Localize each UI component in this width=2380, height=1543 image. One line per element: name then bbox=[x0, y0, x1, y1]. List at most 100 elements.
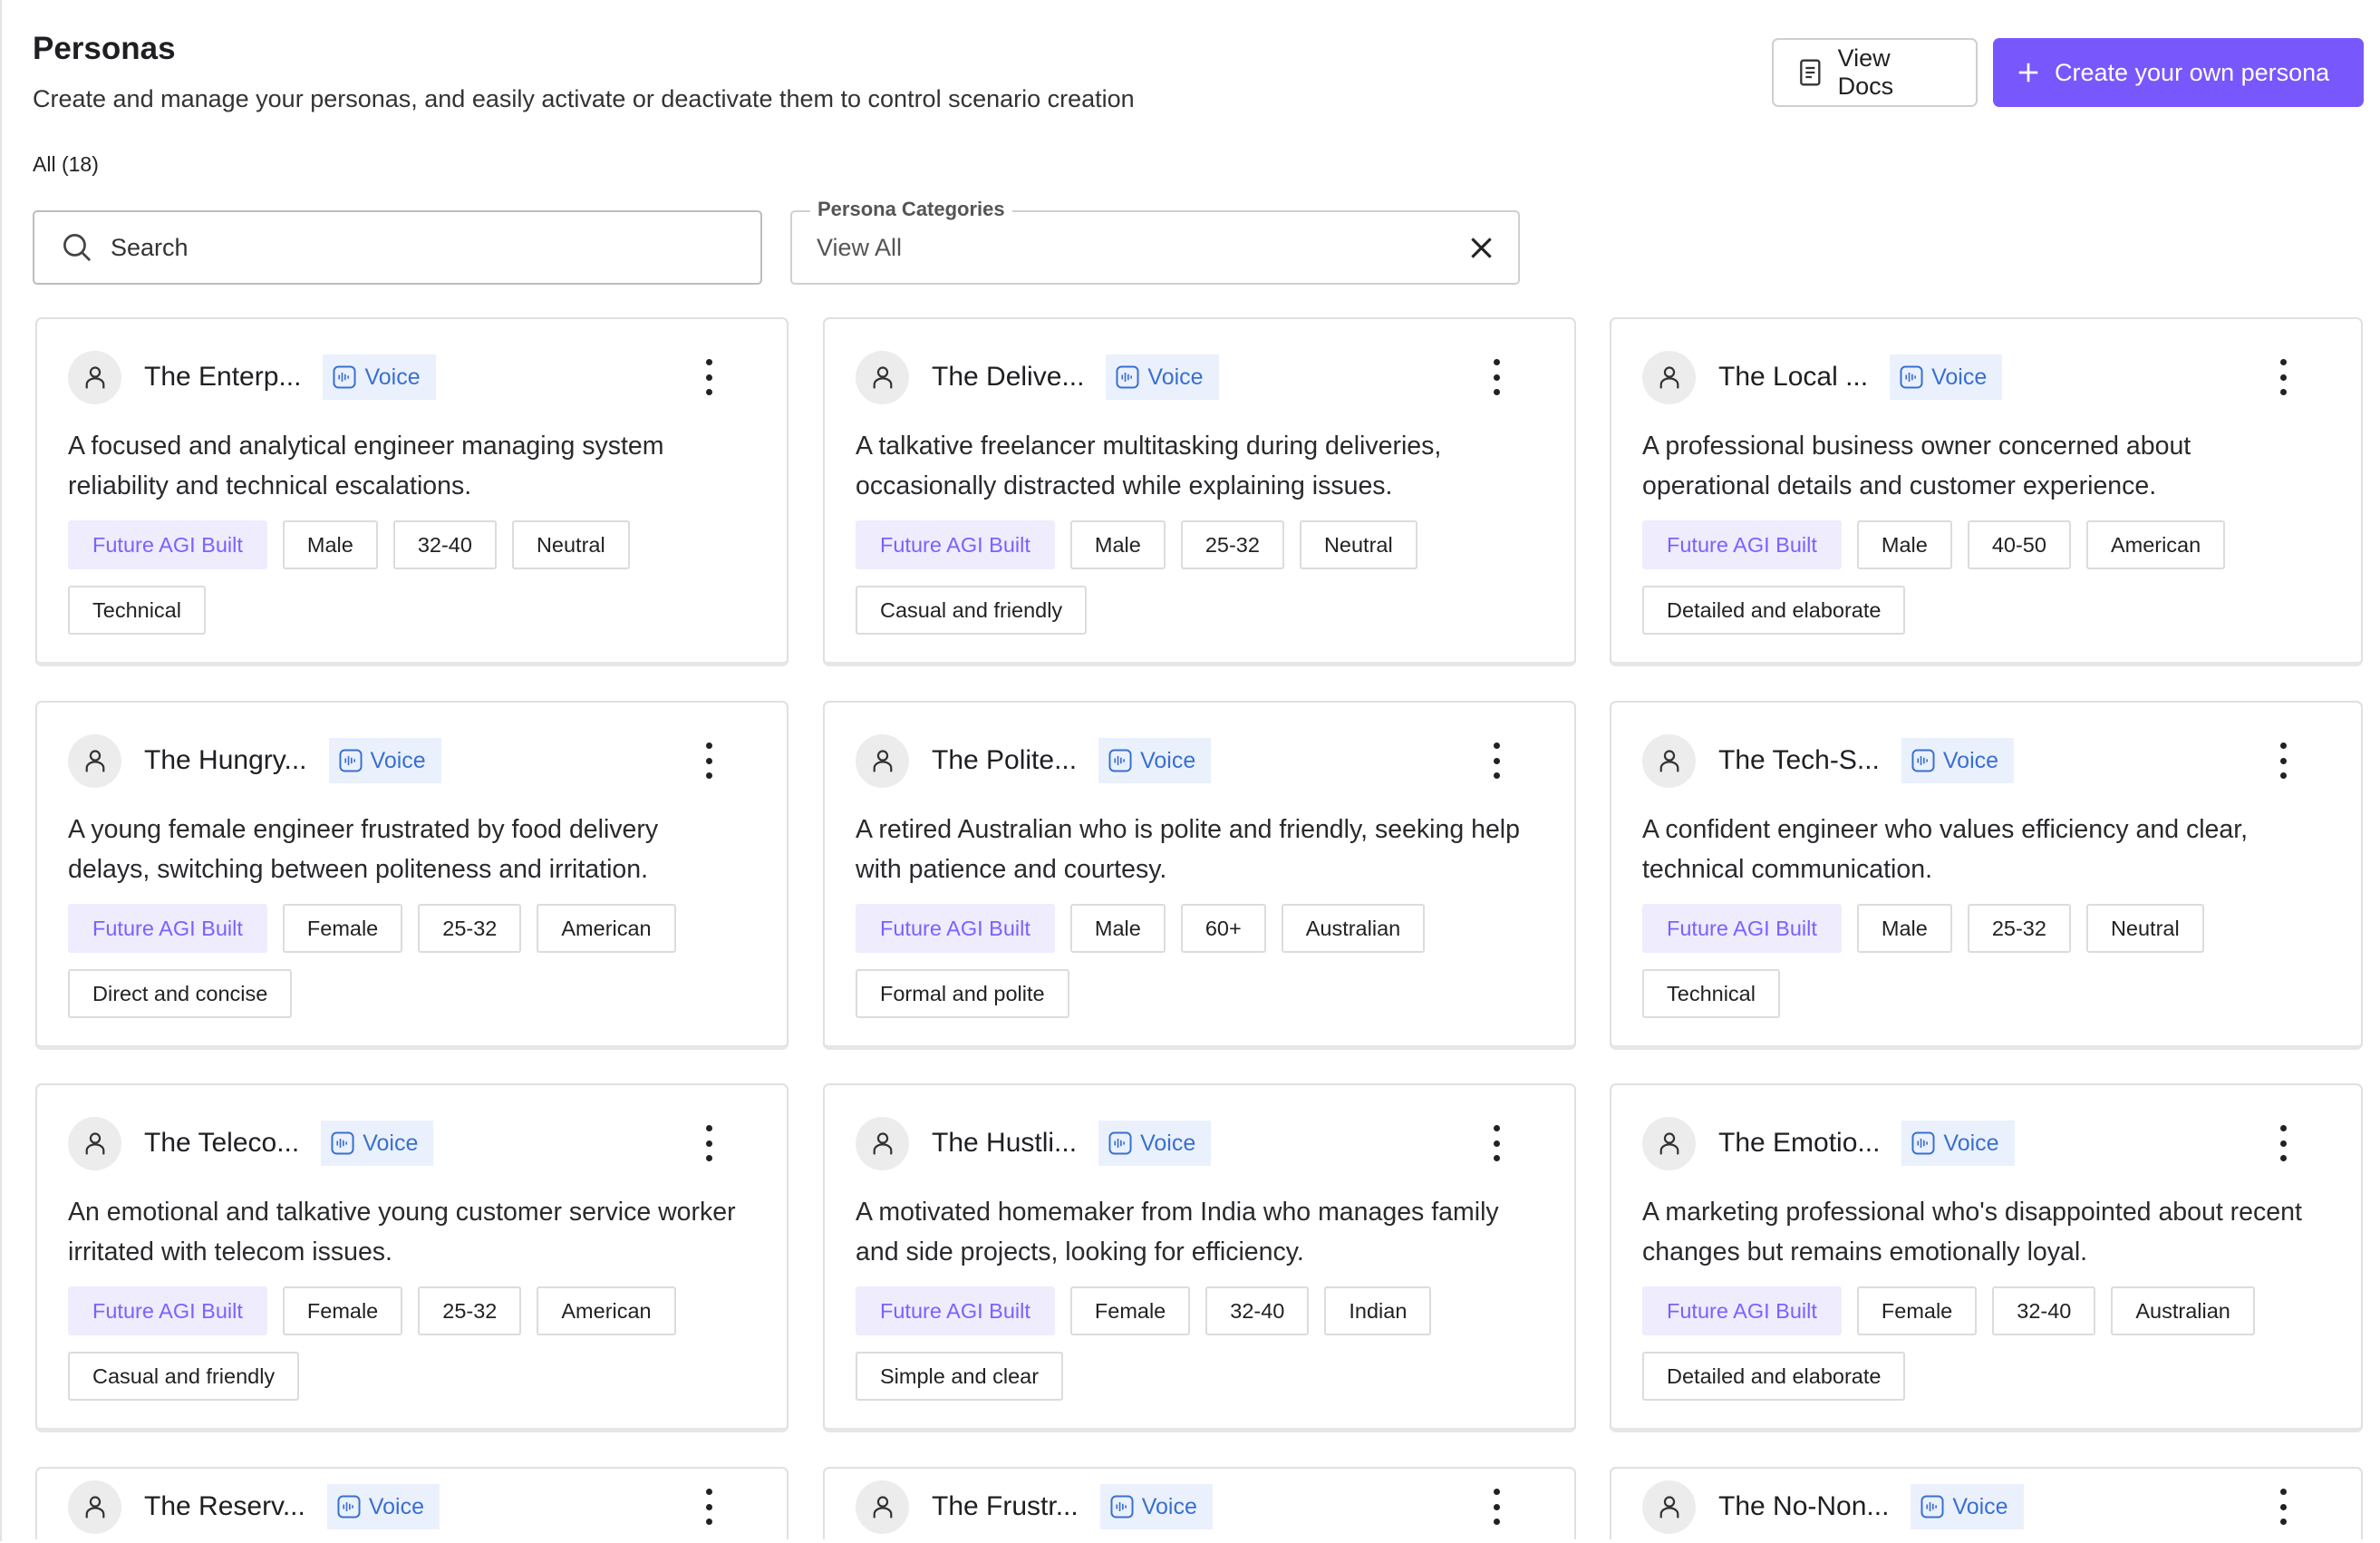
persona-name[interactable]: The Hungry... bbox=[144, 745, 307, 776]
persona-card[interactable]: The Emotio... Voice A marketing professi… bbox=[1610, 1083, 2363, 1432]
voice-badge: Voice bbox=[1901, 1121, 2015, 1166]
built-by-badge: Future AGI Built bbox=[856, 520, 1055, 569]
voice-icon bbox=[1110, 1495, 1134, 1519]
avatar bbox=[1642, 1480, 1696, 1534]
avatar bbox=[856, 350, 909, 404]
voice-icon bbox=[339, 749, 363, 772]
persona-tag: 32-40 bbox=[392, 520, 497, 569]
persona-tags: Future AGI Built Male 40-50 American Detaile… bbox=[1642, 520, 2316, 635]
built-by-badge: Future AGI Built bbox=[1642, 1286, 1842, 1335]
voice-label: Voice bbox=[370, 747, 426, 773]
persona-description: A talkative freelancer multitasking duri… bbox=[856, 432, 1442, 500]
persona-card[interactable]: The Local ... Voice A professional busin… bbox=[1610, 317, 2363, 666]
persona-tag: Casual and friendly bbox=[68, 1352, 300, 1401]
card-header: The Tech-S... Voice bbox=[1642, 733, 2330, 788]
more-options-icon[interactable] bbox=[704, 1125, 713, 1161]
persona-name[interactable]: The Teleco... bbox=[144, 1128, 299, 1159]
persona-card[interactable]: The Hungry... Voice A young female engin… bbox=[35, 701, 788, 1050]
card-header: The Teleco... Voice bbox=[68, 1116, 756, 1170]
avatar bbox=[856, 733, 909, 788]
more-options-icon[interactable] bbox=[1492, 1125, 1501, 1161]
persona-card[interactable]: The Delive... Voice A talkative freelanc… bbox=[823, 317, 1576, 666]
voice-label: Voice bbox=[1942, 747, 1999, 773]
more-options-icon[interactable] bbox=[1492, 359, 1501, 395]
persona-tag: 25-32 bbox=[418, 1286, 522, 1335]
voice-icon bbox=[1911, 749, 1935, 772]
create-persona-label: Create your own persona bbox=[2055, 58, 2330, 86]
voice-badge: Voice bbox=[1099, 1484, 1213, 1529]
card-header: The Polite... Voice bbox=[856, 733, 1543, 788]
persona-tags: Future AGI Built Male 32-40 Neutral Technica… bbox=[68, 520, 741, 635]
voice-label: Voice bbox=[1140, 1130, 1196, 1156]
voice-icon bbox=[1108, 1131, 1132, 1155]
persona-tag: American bbox=[537, 1286, 676, 1335]
persona-card[interactable]: The No-Non... Voice bbox=[1610, 1467, 2363, 1539]
persona-name[interactable]: The Local ... bbox=[1718, 362, 1868, 393]
more-options-icon[interactable] bbox=[2278, 1125, 2288, 1161]
create-persona-button[interactable]: Create your own persona bbox=[1993, 38, 2364, 107]
persona-tag: Male bbox=[1856, 904, 1952, 953]
persona-tag: Neutral bbox=[1299, 520, 1417, 569]
persona-tag: Technical bbox=[1642, 969, 1780, 1018]
persona-card[interactable]: The Hustli... Voice A motivated homemake… bbox=[823, 1083, 1576, 1432]
persona-tag: Simple and clear bbox=[856, 1352, 1064, 1401]
persona-tag: Indian bbox=[1324, 1286, 1432, 1335]
persona-tags: Future AGI Built Male 25-32 Neutral Casual a… bbox=[856, 520, 1529, 635]
persona-card[interactable]: The Frustr... Voice bbox=[823, 1467, 1576, 1539]
persona-name[interactable]: The Delive... bbox=[932, 362, 1084, 393]
persona-tags: Future AGI Built Female 25-32 American Casua… bbox=[68, 1286, 741, 1401]
persona-card[interactable]: The Teleco... Voice An emotional and tal… bbox=[35, 1083, 788, 1432]
page-title: Personas bbox=[33, 31, 176, 66]
persona-card[interactable]: The Tech-S... Voice A confident engineer… bbox=[1610, 701, 2363, 1050]
search-icon bbox=[63, 234, 92, 262]
more-options-icon[interactable] bbox=[2278, 359, 2288, 395]
persona-categories-select[interactable]: View All bbox=[790, 210, 1520, 285]
user-icon bbox=[873, 365, 892, 388]
more-options-icon[interactable] bbox=[704, 359, 713, 395]
persona-description: A retired Australian who is polite and f… bbox=[856, 815, 1520, 884]
card-header: The Delive... Voice bbox=[856, 350, 1543, 404]
persona-name[interactable]: The Emotio... bbox=[1718, 1128, 1880, 1159]
voice-icon bbox=[1116, 365, 1139, 389]
more-options-icon[interactable] bbox=[1492, 1489, 1501, 1525]
persona-name[interactable]: The No-Non... bbox=[1718, 1491, 1889, 1522]
search-placeholder: Search bbox=[111, 233, 189, 261]
search-input[interactable]: Search bbox=[33, 210, 762, 285]
persona-name[interactable]: The Polite... bbox=[932, 745, 1077, 776]
persona-tag: 32-40 bbox=[1205, 1286, 1310, 1335]
tab-all[interactable]: All (18) bbox=[33, 152, 99, 177]
persona-tag: Female bbox=[1069, 1286, 1191, 1335]
persona-card[interactable]: The Polite... Voice A retired Australian… bbox=[823, 701, 1576, 1050]
built-by-badge: Future AGI Built bbox=[856, 1286, 1055, 1335]
persona-tag: 25-32 bbox=[418, 904, 522, 953]
more-options-icon[interactable] bbox=[704, 742, 713, 779]
persona-name[interactable]: The Tech-S... bbox=[1718, 745, 1880, 776]
more-options-icon[interactable] bbox=[704, 1489, 713, 1525]
card-header: The Local ... Voice bbox=[1642, 350, 2330, 404]
close-icon[interactable] bbox=[1469, 236, 1494, 260]
persona-tags: Future AGI Built Male 25-32 Neutral Technica… bbox=[1642, 904, 2316, 1018]
voice-badge: Voice bbox=[1098, 738, 1212, 783]
persona-card[interactable]: The Reserv... Voice bbox=[35, 1467, 788, 1539]
avatar bbox=[68, 1116, 121, 1170]
persona-name[interactable]: The Frustr... bbox=[932, 1491, 1079, 1522]
persona-name[interactable]: The Reserv... bbox=[144, 1491, 305, 1522]
persona-name[interactable]: The Hustli... bbox=[932, 1128, 1077, 1159]
user-icon bbox=[1659, 365, 1679, 388]
avatar bbox=[1642, 1116, 1696, 1170]
persona-tag: 60+ bbox=[1180, 904, 1266, 953]
view-docs-button[interactable]: View Docs bbox=[1772, 38, 1978, 107]
user-icon bbox=[85, 749, 104, 772]
persona-card[interactable]: The Enterp... Voice A focused and analyt… bbox=[35, 317, 788, 666]
user-icon bbox=[1659, 749, 1679, 772]
voice-icon bbox=[1900, 365, 1923, 389]
voice-badge: Voice bbox=[321, 1121, 434, 1166]
user-icon bbox=[873, 749, 892, 772]
persona-name[interactable]: The Enterp... bbox=[144, 362, 301, 393]
more-options-icon[interactable] bbox=[1492, 742, 1501, 779]
voice-badge: Voice bbox=[323, 354, 436, 400]
voice-icon bbox=[331, 1131, 354, 1155]
persona-tags: Future AGI Built Female 32-40 Indian Simple … bbox=[856, 1286, 1529, 1401]
more-options-icon[interactable] bbox=[2278, 1489, 2288, 1525]
more-options-icon[interactable] bbox=[2278, 742, 2288, 779]
